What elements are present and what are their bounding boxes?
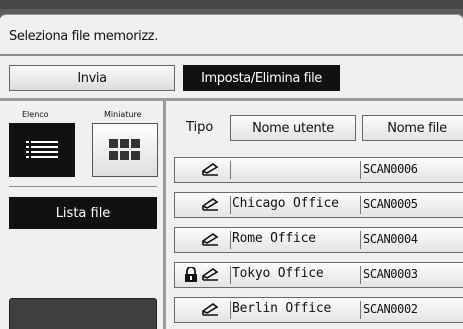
scan-icon <box>202 268 219 281</box>
tab-imposta-elimina-file[interactable]: Imposta/Elimina file <box>183 65 340 91</box>
tabs-divider <box>0 98 463 101</box>
list-view-icon <box>26 141 58 158</box>
lista-file-button[interactable]: Lista file <box>9 197 157 229</box>
table-row[interactable]: Chicago Office SCAN0005 <box>174 192 463 218</box>
list-view-button[interactable] <box>9 123 75 177</box>
scan-icon <box>202 303 219 316</box>
column-header-nome-utente[interactable]: Nome utente <box>230 115 356 141</box>
row-user-name: Tokyo Office <box>232 266 324 281</box>
scan-icon <box>202 198 219 211</box>
row-user-name: Chicago Office <box>232 196 339 211</box>
row-user-name: Berlin Office <box>232 301 332 316</box>
miniature-label: Miniature <box>104 110 142 119</box>
tab-invia[interactable]: Invia <box>9 65 175 91</box>
scan-icon <box>202 163 219 176</box>
elenco-label: Elenco <box>22 110 49 119</box>
table-row[interactable]: Berlin Office SCAN0002 <box>174 297 463 323</box>
title-divider <box>0 54 463 56</box>
sidebar-separator <box>163 101 166 329</box>
table-row[interactable]: Tokyo Office SCAN0003 <box>174 262 463 288</box>
sidebar-dark-button[interactable] <box>9 298 157 329</box>
table-row[interactable]: Rome Office SCAN0004 <box>174 227 463 253</box>
row-file-name: SCAN0005 <box>363 197 418 211</box>
row-user-name: Rome Office <box>232 231 316 246</box>
thumbnail-grid-icon <box>109 139 140 160</box>
column-header-nome-file[interactable]: Nome file <box>362 115 463 141</box>
tipo-label: Tipo <box>186 120 214 135</box>
lock-icon <box>185 267 197 282</box>
row-file-name: SCAN0003 <box>363 267 418 281</box>
sidebar-divider <box>9 186 157 187</box>
row-file-name: SCAN0002 <box>363 302 418 316</box>
row-file-name: SCAN0006 <box>363 162 418 176</box>
thumbnail-view-button[interactable] <box>92 123 158 177</box>
scan-icon <box>202 233 219 246</box>
row-file-name: SCAN0004 <box>363 232 418 246</box>
table-row[interactable]: SCAN0006 <box>174 157 463 183</box>
page-title: Seleziona file memorizz. <box>9 29 158 44</box>
